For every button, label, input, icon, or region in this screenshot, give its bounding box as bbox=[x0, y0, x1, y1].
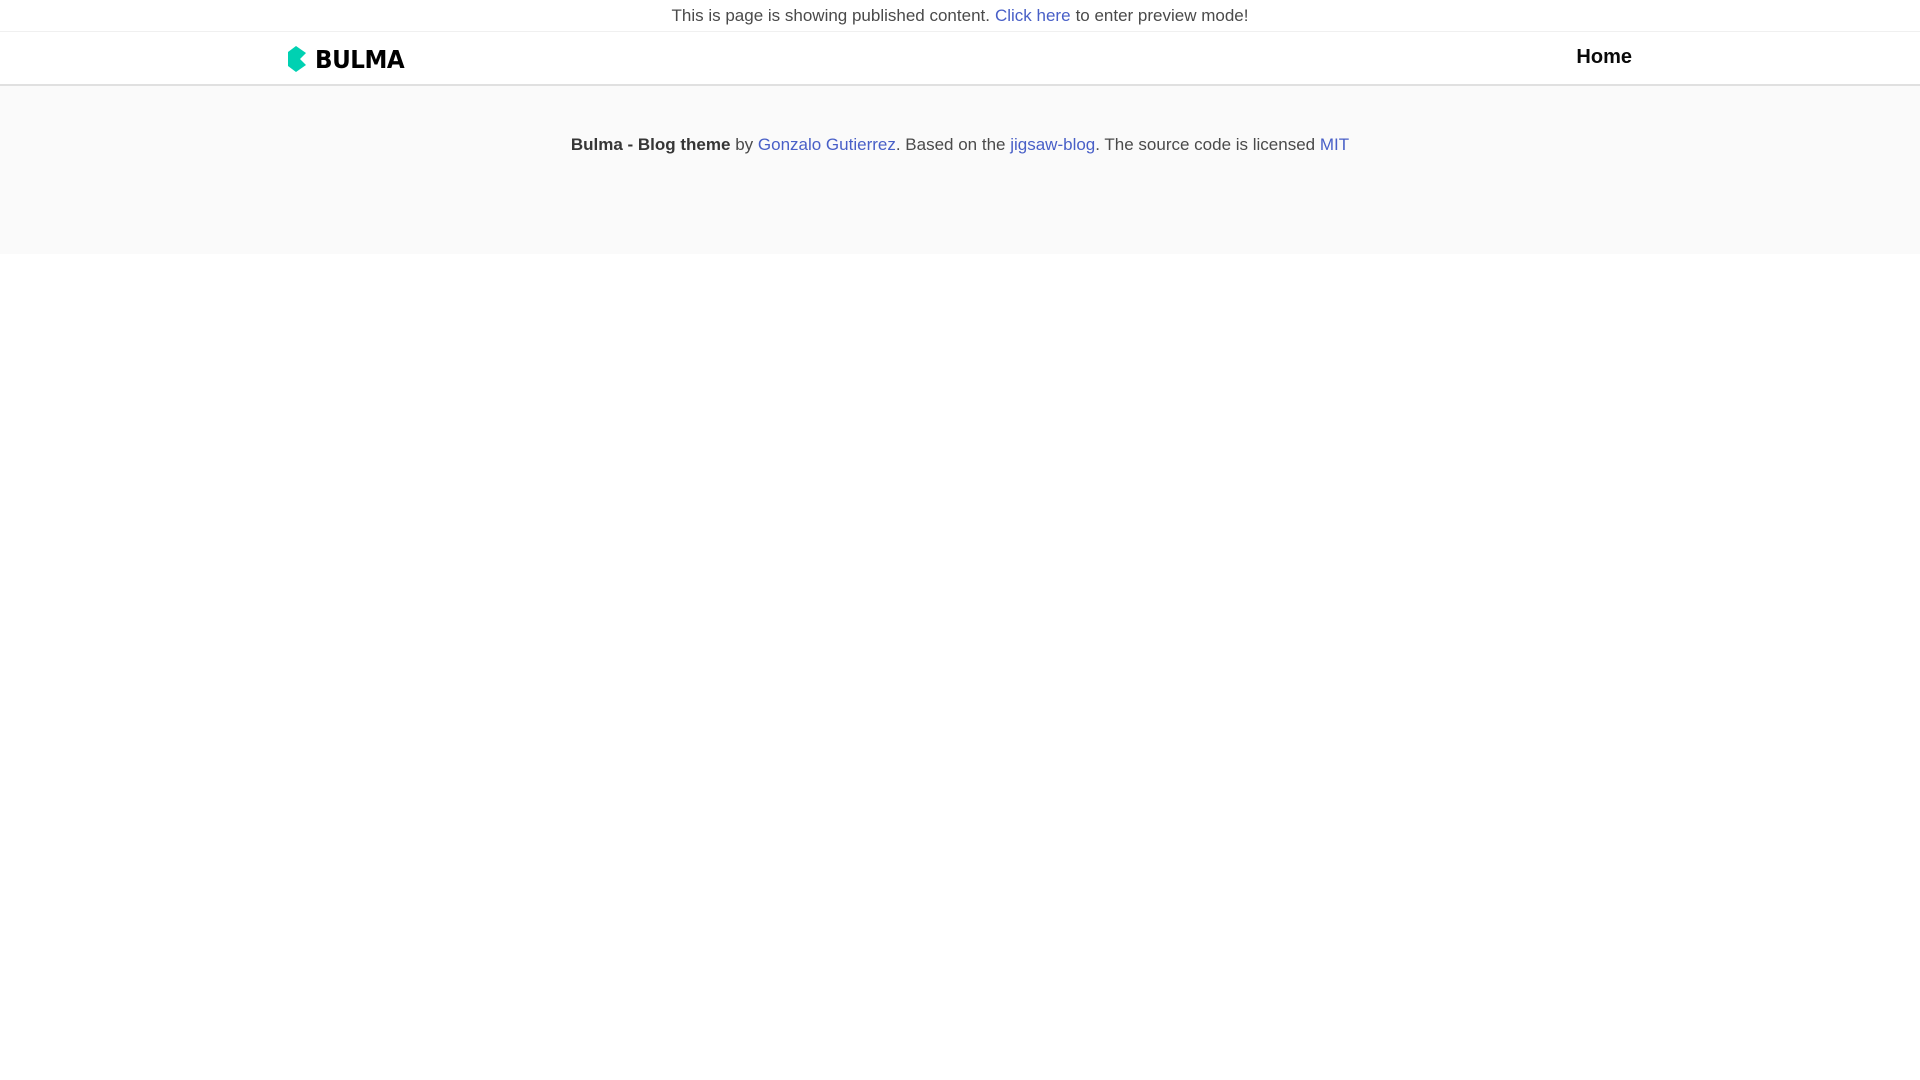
footer-by-text: by bbox=[735, 135, 754, 154]
brand-logo-link[interactable]: BULMA bbox=[287, 44, 412, 74]
footer-license-text: . The source code is licensed bbox=[1095, 135, 1316, 154]
preview-banner-text-after: to enter preview mode! bbox=[1075, 5, 1249, 25]
footer-credits: Bulma - Blog theme by Gonzalo Gutierrez.… bbox=[571, 135, 1349, 155]
footer: Bulma - Blog theme by Gonzalo Gutierrez.… bbox=[0, 86, 1920, 254]
jigsaw-blog-link[interactable]: jigsaw-blog bbox=[1010, 135, 1095, 154]
theme-name: Bulma - Blog theme bbox=[570, 135, 731, 154]
top-navbar: BULMA Home bbox=[0, 32, 1920, 86]
mit-license-link[interactable]: MIT bbox=[1320, 135, 1349, 154]
nav-item-home[interactable]: Home bbox=[1576, 46, 1632, 69]
footer-based-on-text: . Based on the bbox=[895, 135, 1006, 154]
preview-banner-text: This is page is showing published conten… bbox=[671, 5, 990, 25]
brand-name: BULMA bbox=[315, 44, 405, 74]
enter-preview-link[interactable]: Click here bbox=[995, 6, 1071, 26]
author-link[interactable]: Gonzalo Gutierrez bbox=[758, 135, 896, 154]
preview-mode-banner: This is page is showing published conten… bbox=[0, 0, 1920, 32]
bulma-logo-icon bbox=[288, 46, 306, 72]
